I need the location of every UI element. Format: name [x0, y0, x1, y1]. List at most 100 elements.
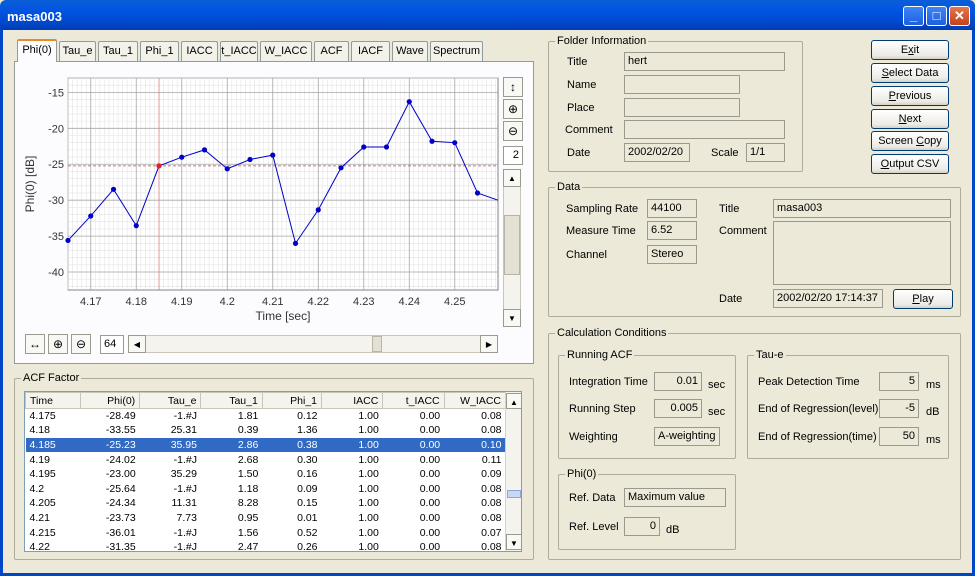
h-zoom-out-icon[interactable]: ⊖ — [71, 334, 91, 354]
x-tick-label: 4.22 — [308, 296, 329, 308]
title-bar[interactable]: masa003 — [0, 0, 975, 30]
table-row[interactable]: 4.18 -33.55 25.31 0.39 1.36 1.00 0.00 0.08 — [26, 423, 506, 438]
data-date-label: Date — [719, 293, 743, 305]
tab-tau-1[interactable]: Tau_1 — [98, 41, 138, 61]
list-scroll-thumb[interactable] — [507, 490, 521, 498]
minimize-icon[interactable]: _ — [903, 6, 924, 26]
column-header[interactable]: Tau_1 — [200, 392, 263, 409]
data-point — [452, 140, 458, 146]
data-point — [429, 138, 435, 144]
table-cell: 0.16 — [297, 468, 318, 481]
table-cell: 35.95 — [139, 437, 201, 453]
y-tick-label: -35 — [48, 231, 64, 243]
data-point — [474, 190, 481, 196]
table-row[interactable]: 4.185 -25.23 35.95 2.86 0.38 1.00 0.00 0.10 — [25, 437, 506, 453]
table-cell: 4.185 — [25, 437, 81, 453]
column-header[interactable]: W_IACC — [443, 392, 507, 409]
acf-factor-list[interactable]: Time Phi(0) Tau_e Tau_1 Phi_1 IACC t_IACC W_IAC… — [24, 391, 522, 552]
table-cell: 0.00 — [419, 453, 441, 466]
tab-spectrum[interactable]: Spectrum — [430, 41, 483, 61]
list-scrollbar[interactable]: ▲ ▼ — [505, 392, 521, 551]
table-row[interactable]: 4.19 -24.02 -1.#J 2.68 0.30 1.00 0.00 0.11 — [26, 452, 506, 467]
list-scroll-down-icon[interactable]: ▼ — [506, 534, 521, 550]
table-cell: -24.02 — [105, 453, 136, 466]
exit-button[interactable]: Exit — [871, 40, 949, 60]
column-header[interactable]: Phi(0) — [79, 392, 141, 409]
table-cell: 0.52 — [297, 526, 318, 539]
table-cell: 1.81 — [237, 410, 259, 423]
table-cell: -33.55 — [105, 424, 136, 437]
scroll-up-icon[interactable]: ▲ — [503, 169, 521, 187]
table-cell: 0.95 — [237, 511, 259, 524]
zoom-in-icon[interactable]: ⊕ — [503, 99, 523, 119]
table-cell: 1.36 — [297, 424, 318, 437]
y-tick-label: -15 — [48, 87, 64, 99]
table-row[interactable]: 4.205 -24.34 11.31 8.28 0.15 1.00 0.00 0.08 — [26, 496, 506, 511]
table-cell: 0.08 — [481, 541, 502, 552]
tab-wave[interactable]: Wave — [392, 41, 428, 61]
data-point — [406, 99, 412, 105]
table-cell: 0.01 — [297, 511, 318, 524]
scroll-left-icon[interactable]: ◀ — [128, 335, 146, 353]
fit-vertical-icon[interactable]: ↕ — [503, 77, 523, 97]
tab-w-iacc[interactable]: W_IACC — [260, 41, 312, 61]
column-header[interactable]: IACC — [320, 392, 384, 409]
table-row[interactable]: 4.195 -23.00 35.29 1.50 0.16 1.00 0.00 0.09 — [26, 467, 506, 482]
horizontal-scroll-thumb[interactable] — [372, 336, 382, 352]
scroll-down-icon[interactable]: ▼ — [503, 309, 521, 327]
tab-iacc[interactable]: IACC — [181, 41, 218, 61]
table-cell: 0.00 — [382, 437, 445, 453]
list-scroll-up-icon[interactable]: ▲ — [506, 393, 521, 409]
play-button[interactable]: Play — [893, 289, 953, 309]
table-cell: -25.23 — [80, 437, 140, 453]
table-cell: 4.205 — [29, 497, 56, 510]
column-header[interactable]: t_IACC — [382, 392, 445, 409]
select-data-button[interactable]: Select Data — [871, 63, 949, 83]
table-row[interactable]: 4.22 -31.35 -1.#J 2.47 0.26 1.00 0.00 0.08 — [26, 540, 506, 552]
vertical-scroll-thumb[interactable] — [504, 215, 520, 275]
fit-horizontal-icon[interactable]: ↔ — [25, 334, 45, 354]
screen-copy-button[interactable]: Screen Copy — [871, 131, 949, 151]
column-header[interactable]: Phi_1 — [261, 392, 323, 409]
folder-date-label: Date — [567, 147, 591, 159]
table-cell: 1.00 — [358, 482, 379, 495]
h-zoom-in-icon[interactable]: ⊕ — [48, 334, 68, 354]
maximize-icon[interactable]: □ — [926, 6, 947, 26]
zoom-out-icon[interactable]: ⊖ — [503, 121, 523, 141]
data-point — [88, 213, 94, 219]
y-tick-label: -30 — [48, 195, 64, 207]
data-point — [361, 144, 367, 150]
table-row[interactable]: 4.215 -36.01 -1.#J 1.56 0.52 1.00 0.00 0.07 — [26, 525, 506, 540]
column-header[interactable]: Tau_e — [139, 392, 202, 409]
x-tick-label: 4.18 — [126, 296, 147, 308]
horizontal-scrollbar[interactable] — [128, 335, 498, 353]
folder-comment-field — [624, 120, 785, 139]
tab-tau-e[interactable]: Tau_e — [59, 41, 96, 61]
folder-name-label: Name — [567, 79, 597, 91]
table-row[interactable]: 4.175 -28.49 -1.#J 1.81 0.12 1.00 0.00 0.08 — [26, 409, 506, 424]
tab-iacf[interactable]: IACF — [351, 41, 390, 61]
column-header[interactable]: Time — [25, 392, 81, 409]
tab-acf[interactable]: ACF — [314, 41, 349, 61]
table-cell: 0.15 — [297, 497, 318, 510]
exit-button-label: Exit — [900, 44, 920, 56]
table-cell: 0.09 — [481, 468, 502, 481]
table-cell: -1.#J — [173, 453, 197, 466]
table-cell: 0.38 — [262, 437, 322, 453]
table-cell: -28.49 — [105, 410, 136, 423]
close-icon[interactable]: ✕ — [949, 6, 970, 26]
folder-comment-label: Comment — [565, 124, 613, 136]
next-button[interactable]: Next — [871, 109, 949, 129]
tab-phi-0[interactable]: Phi(0) — [17, 39, 57, 62]
tab-phi-1[interactable]: Phi_1 — [140, 41, 179, 61]
scroll-right-icon[interactable]: ▶ — [480, 335, 498, 353]
previous-button[interactable]: Previous — [871, 86, 949, 106]
table-row[interactable]: 4.21 -23.73 7.73 0.95 0.01 1.00 0.00 0.08 — [26, 511, 506, 526]
eor-level-label: End of Regression(level) — [758, 403, 879, 415]
data-point — [110, 186, 117, 192]
output-csv-button[interactable]: Output CSV — [871, 154, 949, 174]
table-cell: 0.09 — [297, 482, 318, 495]
table-row[interactable]: 4.2 -25.64 -1.#J 1.18 0.09 1.00 0.00 0.08 — [26, 481, 506, 496]
data-point — [247, 156, 253, 163]
tab-t-iacc[interactable]: t_IACC — [220, 41, 258, 61]
